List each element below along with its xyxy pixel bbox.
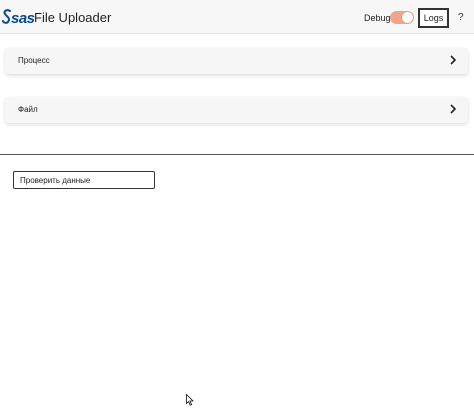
chevron-right-icon — [450, 104, 457, 114]
section-divider — [0, 154, 474, 155]
accordion-process[interactable]: Процесс — [5, 48, 468, 74]
debug-toggle[interactable] — [390, 11, 414, 24]
accordion-label: Файл — [18, 105, 38, 114]
toggle-knob — [402, 12, 413, 23]
logs-button[interactable]: Logs — [418, 8, 449, 28]
app-title: File Uploader — [34, 10, 112, 25]
sas-logo: sas — [2, 8, 35, 28]
mouse-cursor-icon — [186, 394, 194, 406]
accordion-file[interactable]: Файл — [5, 97, 468, 123]
app-header: sas File Uploader Debug Logs ? — [0, 0, 474, 34]
debug-label: Debug — [364, 13, 391, 23]
verify-data-button[interactable]: Проверить данные — [13, 171, 155, 189]
sas-logo-icon — [2, 9, 11, 24]
help-button[interactable]: ? — [458, 12, 464, 23]
chevron-right-icon — [450, 55, 457, 65]
accordion-label: Процесс — [18, 56, 50, 65]
